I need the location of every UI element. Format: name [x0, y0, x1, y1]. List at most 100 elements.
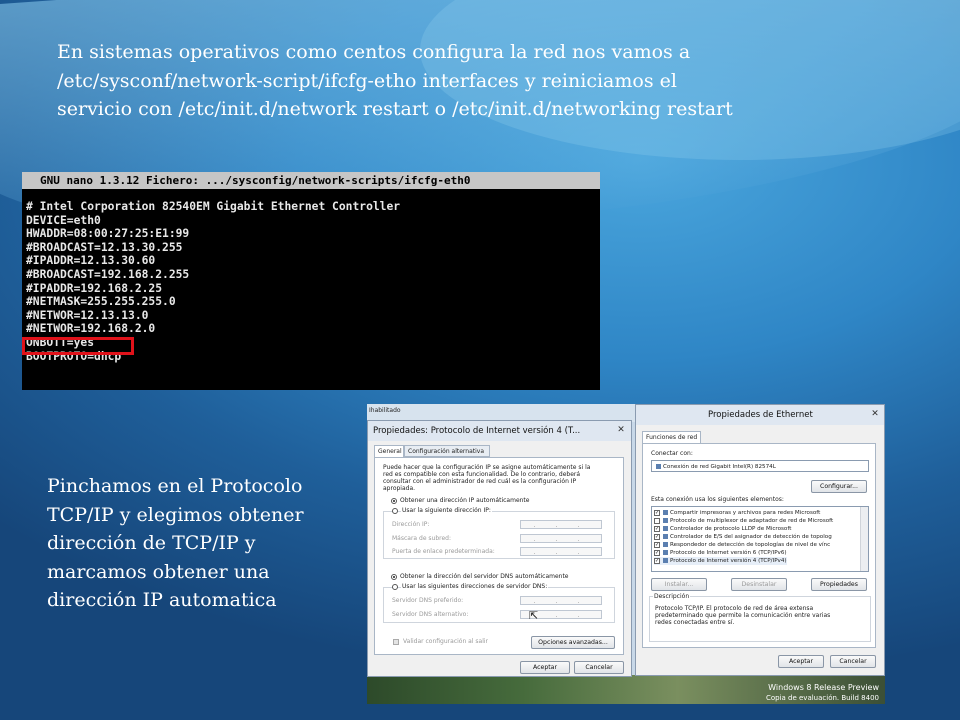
ethernet-cancel-button[interactable]: Cancelar	[830, 655, 876, 668]
close-icon[interactable]: ✕	[869, 409, 881, 419]
terminal-line: #IPADDR=192.168.2.25	[26, 281, 163, 295]
radio-auto-dns-label: Obtener la dirección del servidor DNS au…	[400, 573, 569, 580]
ipv4-ok-button[interactable]: Aceptar	[520, 661, 570, 674]
radio-manual-ip-label: Usar la siguiente dirección IP:	[401, 507, 492, 514]
intro-line: apropiada.	[383, 485, 416, 492]
checkbox[interactable]: ✓	[654, 558, 660, 564]
component-icon	[663, 534, 668, 539]
gateway-label: Puerta de enlace predeterminada:	[392, 548, 495, 555]
component-icon	[663, 550, 668, 555]
desktop-wallpaper: Windows 8 Release Preview Copia de evalu…	[367, 675, 885, 704]
windows-watermark-line2: Copia de evaluación. Build 8400	[765, 694, 879, 702]
slide-heading-text: En sistemas operativos como centos confi…	[57, 41, 733, 120]
description-line: redes conectadas entre sí.	[655, 619, 735, 626]
list-item-label: Protocolo de Internet versión 4 (TCP/IPv…	[670, 558, 787, 564]
radio-auto-ip-label: Obtener una dirección IP automáticamente	[400, 497, 530, 504]
list-item[interactable]: Protocolo de multiplexor de adaptador de…	[654, 517, 833, 525]
list-scrollbar[interactable]	[860, 507, 868, 571]
checkbox[interactable]: ✓	[654, 534, 660, 540]
subnet-mask-field[interactable]: . . .	[520, 534, 602, 543]
configure-button[interactable]: Configurar...	[811, 480, 867, 493]
description-label: Descripción	[653, 593, 691, 600]
connect-label: Conectar con:	[651, 450, 693, 457]
gateway-field[interactable]: . . .	[520, 547, 602, 556]
adapter-name: Conexión de red Gigabit Intel(R) 82574L	[663, 464, 776, 470]
validate-checkbox[interactable]	[393, 639, 399, 645]
mouse-pointer-icon: ⇱	[529, 609, 539, 622]
subnet-mask-label: Máscara de subred:	[392, 535, 452, 542]
terminal-title-bar: GNU nano 1.3.12 Fichero: .../sysconfig/n…	[22, 172, 600, 189]
slide-background: En sistemas operativos como centos confi…	[0, 0, 960, 720]
ip-address-field[interactable]: . . .	[520, 520, 602, 529]
windows-dialogs-screenshot: Ihabilitado Windows 8 Release Preview Co…	[367, 404, 885, 704]
manual-dns-group: Usar las siguientes direcciones de servi…	[383, 583, 615, 623]
terminal-line: # Intel Corporation 82540EM Gigabit Ethe…	[26, 200, 401, 213]
adapter-field: Conexión de red Gigabit Intel(R) 82574L	[651, 460, 869, 472]
list-item[interactable]: ✓ Controlador de E/S del asignador de det…	[654, 533, 832, 541]
radio-manual-dns-label: Usar las siguientes direcciones de servi…	[401, 583, 549, 590]
intro-line: Puede hacer que la configuración IP se a…	[383, 464, 591, 471]
network-adapter-icon	[656, 464, 661, 469]
preferred-dns-label: Servidor DNS preferido:	[392, 597, 464, 604]
component-icon	[663, 510, 668, 515]
background-window-text: Ihabilitado	[369, 407, 401, 414]
adapter-row: Conexión de red Gigabit Intel(R) 82574L	[654, 463, 776, 471]
component-icon	[663, 518, 668, 523]
list-item-label: Protocolo de Internet versión 6 (TCP/IPv…	[670, 550, 787, 556]
radio-auto-ip[interactable]	[391, 498, 397, 504]
component-icon	[663, 558, 668, 563]
tab-configuracion-alternativa[interactable]: Configuración alternativa	[404, 445, 490, 457]
checkbox[interactable]: ✓	[654, 510, 660, 516]
nano-terminal: GNU nano 1.3.12 Fichero: .../sysconfig/n…	[22, 172, 600, 390]
checkbox[interactable]: ✓	[654, 550, 660, 556]
checkbox[interactable]: ✓	[654, 526, 660, 532]
list-item-label: Respondedor de detección de topologías d…	[670, 542, 831, 548]
validate-label: Validar configuración al salir	[403, 638, 489, 645]
ethernet-tab-panel: Conectar con: Conexión de red Gigabit In…	[642, 443, 876, 648]
list-item[interactable]: ✓ Controlador de protocolo LLDP de Micros…	[654, 525, 791, 533]
list-item-label: Protocolo de multiplexor de adaptador de…	[670, 518, 834, 524]
windows-watermark-line1: Windows 8 Release Preview	[768, 683, 879, 692]
terminal-line: #NETMASK=255.255.255.0	[26, 295, 176, 309]
uninstall-button[interactable]: Desinstalar	[731, 578, 787, 591]
list-item-label: Controlador de protocolo LLDP de Microso…	[670, 526, 792, 532]
install-button[interactable]: Instalar...	[651, 578, 707, 591]
list-item-label: Compartir impresoras y archivos para red…	[670, 510, 821, 516]
terminal-line: DEVICE=eth0	[26, 213, 101, 227]
list-item-selected[interactable]: ✓ Protocolo de Internet versión 4 (TCP/IP…	[654, 557, 787, 565]
list-item[interactable]: ✓ Protocolo de Internet versión 6 (TCP/IP…	[654, 549, 787, 557]
list-item[interactable]: ✓ Compartir impresoras y archivos para re…	[654, 509, 820, 517]
close-icon[interactable]: ✕	[615, 425, 627, 435]
network-components-list[interactable]: ✓ Compartir impresoras y archivos para re…	[651, 506, 869, 572]
ipv4-properties-dialog: Propiedades: Protocolo de Internet versi…	[367, 420, 632, 677]
list-item-label: Controlador de E/S del asignador de dete…	[670, 534, 832, 540]
alternate-dns-label: Servidor DNS alternativo:	[392, 611, 469, 618]
checkbox[interactable]	[654, 518, 660, 524]
list-item[interactable]: ✓ Respondedor de detección de topologías …	[654, 541, 830, 549]
items-label: Esta conexión usa los siguientes element…	[651, 496, 784, 503]
description-line: Protocolo TCP/IP. El protocolo de red de…	[655, 605, 814, 612]
checkbox[interactable]: ✓	[654, 542, 660, 548]
ipv4-cancel-button[interactable]: Cancelar	[574, 661, 624, 674]
component-icon	[663, 542, 668, 547]
radio-manual-dns[interactable]	[392, 584, 398, 590]
ipv4-general-panel: Puede hacer que la configuración IP se a…	[374, 457, 624, 655]
properties-button[interactable]: Propiedades	[811, 578, 867, 591]
terminal-line: #IPADDR=12.13.30.60	[26, 254, 156, 268]
terminal-line: #NETWOR=192.168.2.0	[26, 322, 156, 336]
advanced-options-button[interactable]: Opciones avanzadas...	[531, 636, 615, 649]
preferred-dns-field[interactable]: . . .	[520, 596, 602, 605]
ip-address-label: Dirección IP:	[392, 521, 430, 528]
ethernet-ok-button[interactable]: Aceptar	[778, 655, 824, 668]
ethernet-dialog-title: Propiedades de Ethernet	[636, 405, 884, 425]
intro-line: red es compatible con esta funcionalidad…	[383, 471, 581, 478]
description-line: predeterminado que permite la comunicaci…	[655, 612, 831, 619]
radio-auto-dns[interactable]	[391, 574, 397, 580]
terminal-line: #BROADCAST=12.13.30.255	[26, 240, 183, 254]
component-icon	[663, 526, 668, 531]
radio-manual-ip[interactable]	[392, 508, 398, 514]
description-group: Descripción Protocolo TCP/IP. El protoco…	[649, 593, 871, 642]
bootproto-highlight-box	[22, 337, 134, 355]
manual-ip-group: Usar la siguiente dirección IP: Direcció…	[383, 507, 615, 559]
slide-side-text: Pinchamos en el Protocolo TCP/IP y elegi…	[47, 475, 304, 611]
